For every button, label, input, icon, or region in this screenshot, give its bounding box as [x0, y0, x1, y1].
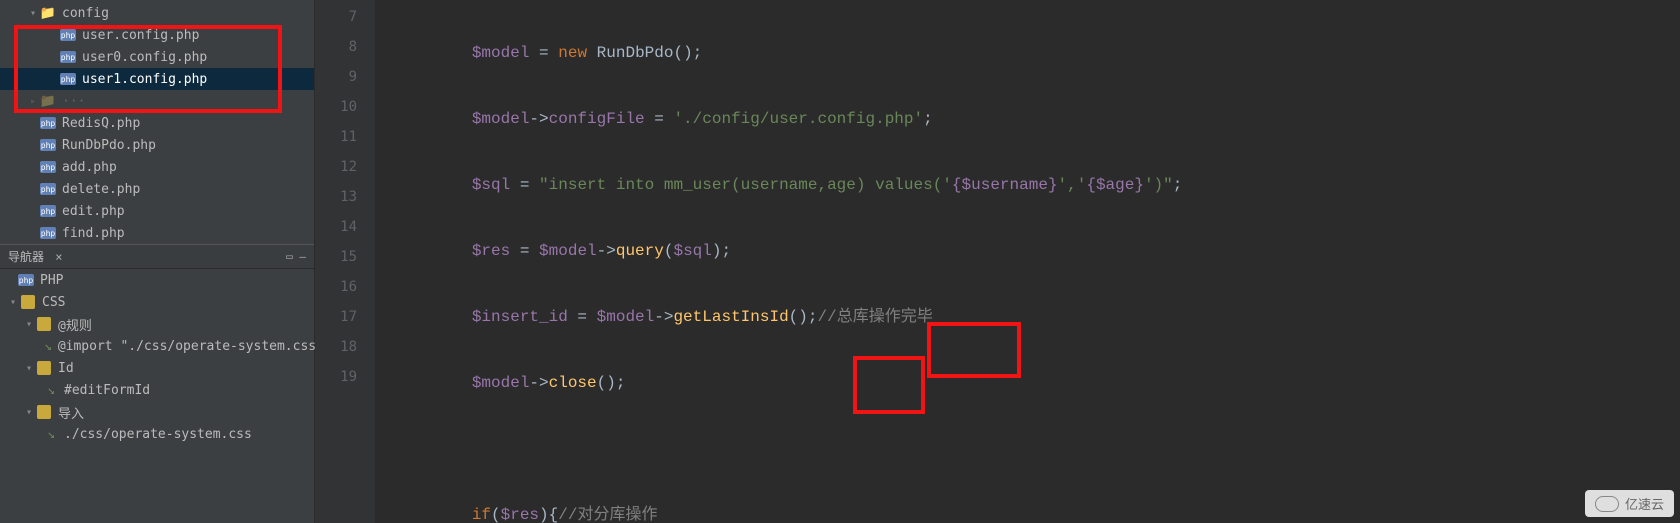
file-label: RedisQ.php: [62, 116, 140, 131]
php-file-icon: php: [40, 139, 56, 151]
php-file-icon: php: [18, 274, 34, 286]
line-number: 18: [315, 332, 375, 362]
nav-php[interactable]: php PHP: [0, 269, 314, 291]
watermark-text: 亿速云: [1625, 494, 1664, 513]
line-gutter: 7 8 9 10 11 12 13 14 15 16 17 18 19: [315, 0, 375, 523]
nav-id[interactable]: ▾ Id: [0, 357, 314, 379]
file-label: find.php: [62, 226, 125, 241]
line-number: 17: [315, 302, 375, 332]
code-line[interactable]: $res = $model->query($sql);: [375, 236, 1680, 266]
nav-label: @import "./css/operate-system.css: [58, 339, 316, 354]
file-delete[interactable]: php delete.php: [0, 178, 314, 200]
resource-icon: [37, 317, 51, 331]
link-icon: ↘: [44, 382, 58, 398]
code-editor[interactable]: 7 8 9 10 11 12 13 14 15 16 17 18 19 $mod…: [315, 0, 1680, 523]
chevron-right-icon: ▸: [26, 96, 40, 107]
nav-rule-item[interactable]: ↘ @import "./css/operate-system.css: [0, 335, 314, 357]
line-number: 14: [315, 212, 375, 242]
php-file-icon: php: [40, 161, 56, 173]
file-redisq[interactable]: php RedisQ.php: [0, 112, 314, 134]
line-number: 8: [315, 32, 375, 62]
file-user0-config[interactable]: php user0.config.php: [0, 46, 314, 68]
navigator-panel: 导航器 × ▭ — php PHP ▾ CSS ▾ @规则 ↘ @imp: [0, 244, 314, 445]
file-label: RunDbPdo.php: [62, 138, 156, 153]
code-line[interactable]: $model->close();: [375, 368, 1680, 398]
folder-label: config: [62, 6, 109, 21]
php-file-icon: php: [40, 117, 56, 129]
folder-collapsed[interactable]: ▸ 📁 ···: [0, 90, 314, 112]
nav-import-item[interactable]: ↘ ./css/operate-system.css: [0, 423, 314, 445]
nav-label: Id: [58, 361, 74, 376]
php-file-icon: php: [60, 73, 76, 85]
navigator-title: 导航器: [8, 248, 44, 265]
code-line[interactable]: $sql = "insert into mm_user(username,age…: [375, 170, 1680, 200]
code-line[interactable]: $model = new RunDbPdo();: [375, 38, 1680, 68]
line-number: 15: [315, 242, 375, 272]
code-area[interactable]: $model = new RunDbPdo(); $model->configF…: [375, 0, 1680, 523]
file-label: ···: [62, 94, 85, 109]
chevron-down-icon: ▾: [6, 297, 20, 308]
link-icon: ↘: [44, 426, 58, 442]
close-icon[interactable]: ×: [48, 250, 62, 264]
watermark: 亿速云: [1585, 490, 1674, 517]
link-icon: ↘: [44, 338, 52, 354]
file-edit[interactable]: php edit.php: [0, 200, 314, 222]
line-number: 10: [315, 92, 375, 122]
chevron-down-icon: ▾: [22, 319, 36, 330]
nav-label: ./css/operate-system.css: [64, 427, 252, 442]
line-number: 7: [315, 2, 375, 32]
line-number: 19: [315, 362, 375, 392]
nav-id-item[interactable]: ↘ #editFormId: [0, 379, 314, 401]
php-file-icon: php: [40, 205, 56, 217]
line-number: 9: [315, 62, 375, 92]
line-number: 12: [315, 152, 375, 182]
nav-rule[interactable]: ▾ @规则: [0, 313, 314, 335]
file-label: delete.php: [62, 182, 140, 197]
file-user1-config[interactable]: php user1.config.php: [0, 68, 314, 90]
folder-icon: 📁: [40, 93, 56, 109]
nav-label: #editFormId: [64, 383, 150, 398]
file-label: user.config.php: [82, 28, 199, 43]
php-file-icon: php: [40, 227, 56, 239]
folder-config[interactable]: ▾ 📁 config: [0, 2, 314, 24]
file-user-config[interactable]: php user.config.php: [0, 24, 314, 46]
php-file-icon: php: [60, 51, 76, 63]
nav-label: PHP: [40, 273, 63, 288]
css-file-icon: [21, 295, 35, 309]
folder-icon: 📁: [40, 5, 56, 21]
nav-label: @规则: [58, 315, 92, 334]
nav-import[interactable]: ▾ 导入: [0, 401, 314, 423]
navigator-header: 导航器 × ▭ —: [0, 245, 314, 269]
code-line[interactable]: [375, 434, 1680, 464]
file-label: user1.config.php: [82, 72, 207, 87]
resource-icon: [37, 361, 51, 375]
code-line[interactable]: $model->configFile = './config/user.conf…: [375, 104, 1680, 134]
resource-icon: [37, 405, 51, 419]
chevron-down-icon: ▾: [22, 363, 36, 374]
sidebar: ▾ 📁 config php user.config.php php user0…: [0, 0, 315, 523]
file-tree: ▾ 📁 config php user.config.php php user0…: [0, 0, 314, 244]
line-number: 13: [315, 182, 375, 212]
chevron-down-icon: ▾: [22, 407, 36, 418]
file-label: user0.config.php: [82, 50, 207, 65]
panel-controls[interactable]: ▭ —: [286, 250, 306, 263]
cloud-icon: [1595, 496, 1619, 512]
nav-css[interactable]: ▾ CSS: [0, 291, 314, 313]
chevron-down-icon: ▾: [26, 8, 40, 19]
line-number: 11: [315, 122, 375, 152]
line-number: 16: [315, 272, 375, 302]
nav-label: 导入: [58, 403, 84, 422]
file-add[interactable]: php add.php: [0, 156, 314, 178]
nav-label: CSS: [42, 295, 65, 310]
code-line[interactable]: $insert_id = $model->getLastInsId();//总库…: [375, 302, 1680, 332]
file-label: edit.php: [62, 204, 125, 219]
file-rundbpdo[interactable]: php RunDbPdo.php: [0, 134, 314, 156]
file-find[interactable]: php find.php: [0, 222, 314, 244]
php-file-icon: php: [60, 29, 76, 41]
code-line[interactable]: if($res){//对分库操作: [375, 500, 1680, 523]
php-file-icon: php: [40, 183, 56, 195]
file-label: add.php: [62, 160, 117, 175]
